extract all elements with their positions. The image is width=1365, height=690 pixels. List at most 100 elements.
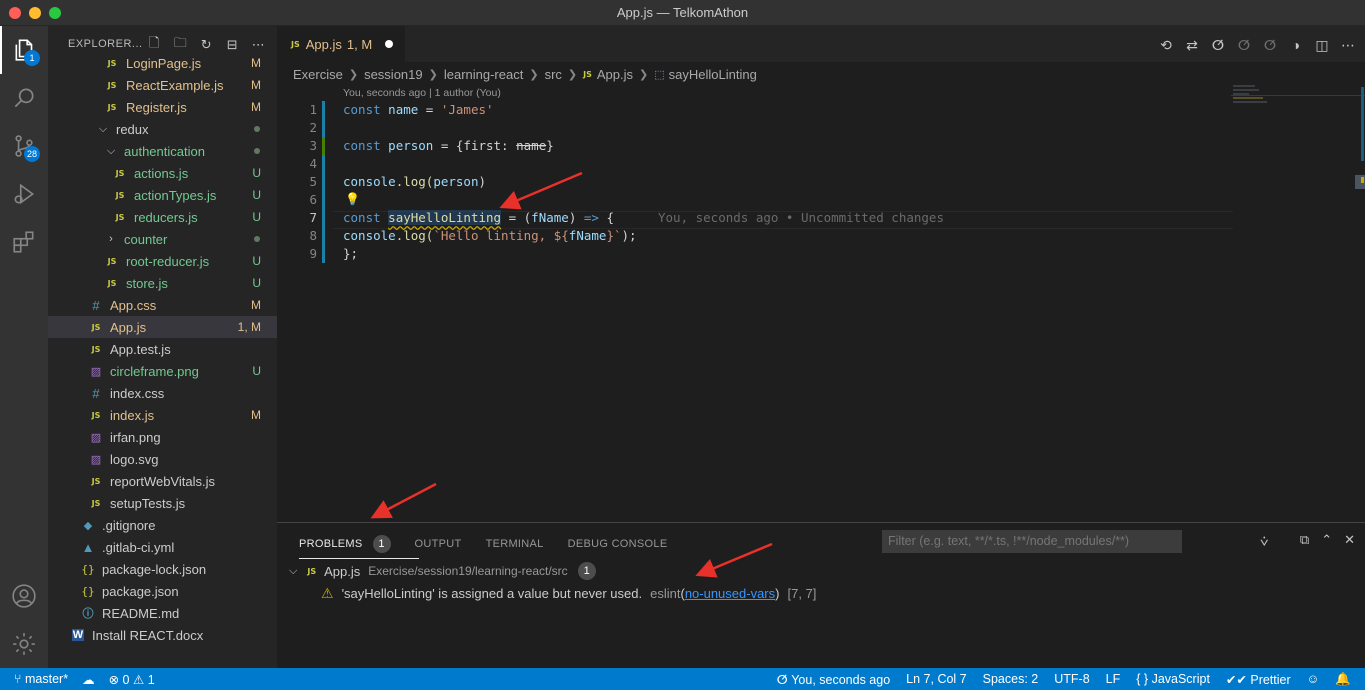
- new-folder-icon[interactable]: 🗀: [172, 35, 189, 53]
- tab-terminal[interactable]: TERMINAL: [486, 533, 544, 555]
- next-change-icon[interactable]: ⵚ: [1261, 36, 1279, 54]
- accounts-activity[interactable]: [0, 572, 48, 620]
- maximize-window-button[interactable]: [49, 7, 61, 19]
- prettier-status[interactable]: ✔✔ Prettier: [1226, 672, 1291, 687]
- code-line: 8 console.log(`Hello linting, ${fName}`)…: [277, 227, 1237, 245]
- gitlab-file-icon: ▲: [81, 539, 95, 555]
- tree-item[interactable]: JS setupTests.js: [48, 492, 277, 514]
- tree-item-label: logo.svg: [110, 451, 159, 467]
- problems-status[interactable]: ⊗ 0 ⚠ 1: [109, 672, 155, 687]
- problem-rule-link[interactable]: no-unused-vars: [685, 586, 775, 601]
- js-file-icon: JS: [107, 80, 117, 90]
- tab-problems[interactable]: PROBLEMS 1: [299, 533, 418, 559]
- notifications-icon[interactable]: 🔔: [1335, 672, 1351, 687]
- js-file-icon: JS: [115, 212, 125, 222]
- close-panel-icon[interactable]: ✕: [1344, 532, 1355, 548]
- unused-variable-warning[interactable]: sayHelloLinting: [388, 210, 502, 225]
- tree-item[interactable]: ▨ circleframe.png U: [48, 360, 277, 382]
- tab-app-js[interactable]: JS App.js 1, M: [277, 26, 405, 62]
- unsaved-dot-icon[interactable]: [385, 40, 394, 48]
- tree-item[interactable]: ⓘ README.md: [48, 602, 277, 624]
- breadcrumb-item[interactable]: sayHelloLinting: [669, 67, 757, 82]
- search-activity[interactable]: [0, 74, 48, 122]
- git-status-badge: M: [251, 298, 261, 312]
- js-file-icon: JS: [107, 58, 117, 68]
- git-commit-icon[interactable]: ⵚ: [1209, 36, 1227, 54]
- tree-item[interactable]: › counter: [48, 228, 277, 250]
- extensions-activity[interactable]: [0, 218, 48, 266]
- timeline-icon[interactable]: ⟲: [1157, 36, 1175, 54]
- chevron-down-icon[interactable]: ⌵: [96, 123, 110, 136]
- tree-item[interactable]: W Install REACT.docx: [48, 624, 277, 646]
- line-ending[interactable]: LF: [1106, 672, 1121, 686]
- problem-file-group[interactable]: ⌵ JS App.js Exercise/session19/learning-…: [289, 560, 596, 582]
- previous-change-icon[interactable]: ⵚ: [1235, 36, 1253, 54]
- tree-item[interactable]: JS App.js 1, M: [48, 316, 277, 338]
- breadcrumb-item[interactable]: learning-react: [444, 67, 524, 82]
- tree-item[interactable]: JS actions.js U: [48, 162, 277, 184]
- chevron-down-icon[interactable]: ⌵: [289, 565, 297, 578]
- tree-item[interactable]: JS LoginPage.js M: [48, 52, 277, 74]
- more-actions-icon[interactable]: ⋯: [1339, 36, 1357, 54]
- tree-item[interactable]: JS actionTypes.js U: [48, 184, 277, 206]
- filter-icon[interactable]: ⩒: [1260, 533, 1269, 550]
- explorer-activity[interactable]: 1: [0, 26, 48, 74]
- tree-item[interactable]: {} package.json: [48, 580, 277, 602]
- collapse-all-icon[interactable]: ⊟: [224, 36, 241, 53]
- encoding[interactable]: UTF-8: [1054, 672, 1089, 686]
- blame-status[interactable]: ⵚ You, seconds ago: [777, 672, 891, 687]
- new-file-icon[interactable]: 🗋: [146, 35, 163, 53]
- indentation[interactable]: Spaces: 2: [983, 672, 1039, 686]
- tree-item[interactable]: JS Register.js M: [48, 96, 277, 118]
- source-control-activity[interactable]: 28: [0, 122, 48, 170]
- minimize-window-button[interactable]: [29, 7, 41, 19]
- tree-item[interactable]: JS root-reducer.js U: [48, 250, 277, 272]
- tree-item[interactable]: JS index.js M: [48, 404, 277, 426]
- breadcrumb-item[interactable]: Exercise: [293, 67, 343, 82]
- refresh-icon[interactable]: ↻: [198, 36, 215, 53]
- breadcrumb-item[interactable]: App.js: [597, 67, 633, 82]
- sync-icon[interactable]: ☁: [82, 672, 95, 687]
- tree-item[interactable]: JS store.js U: [48, 272, 277, 294]
- tree-item[interactable]: JS ReactExample.js M: [48, 74, 277, 96]
- lightbulb-icon[interactable]: 💡: [345, 192, 360, 206]
- chevron-right-icon[interactable]: ›: [104, 233, 118, 245]
- line-number: 1: [309, 102, 317, 117]
- compare-changes-icon[interactable]: ⇄: [1183, 36, 1201, 54]
- split-editor-icon[interactable]: ◫: [1313, 36, 1331, 54]
- tree-item[interactable]: # index.css: [48, 382, 277, 404]
- close-window-button[interactable]: [9, 7, 21, 19]
- tree-item[interactable]: ⌵ redux: [48, 118, 277, 140]
- code-editor[interactable]: You, seconds ago | 1 author (You) 1 cons…: [277, 85, 1365, 522]
- problem-item[interactable]: ⚠ 'sayHelloLinting' is assigned a value …: [321, 582, 816, 604]
- minimap[interactable]: [1231, 85, 1365, 522]
- tree-item[interactable]: JS reducers.js U: [48, 206, 277, 228]
- collapse-all-icon[interactable]: ⧉: [1300, 532, 1309, 548]
- breadcrumb-item[interactable]: src: [545, 67, 562, 82]
- breadcrumb-item[interactable]: session19: [364, 67, 423, 82]
- tree-item[interactable]: ⌵ authentication: [48, 140, 277, 162]
- chevron-down-icon[interactable]: ⌵: [104, 145, 118, 158]
- tree-item[interactable]: ▨ logo.svg: [48, 448, 277, 470]
- tree-item[interactable]: JS reportWebVitals.js: [48, 470, 277, 492]
- tab-output[interactable]: OUTPUT: [415, 533, 462, 555]
- gitlens-icon[interactable]: ◑: [1287, 36, 1305, 54]
- tree-item[interactable]: {} package-lock.json: [48, 558, 277, 580]
- language-mode[interactable]: { } JavaScript: [1136, 672, 1210, 686]
- manage-activity[interactable]: [0, 620, 48, 668]
- cursor-position[interactable]: Ln 7, Col 7: [906, 672, 966, 686]
- tree-item[interactable]: ▲ .gitlab-ci.yml: [48, 536, 277, 558]
- tree-item[interactable]: ◆ .gitignore: [48, 514, 277, 536]
- maximize-panel-icon[interactable]: ⌃: [1321, 532, 1332, 548]
- tab-debug-console[interactable]: DEBUG CONSOLE: [568, 533, 668, 555]
- branch-status[interactable]: ⑂ master*: [14, 672, 68, 686]
- problems-filter-input[interactable]: [882, 530, 1182, 553]
- feedback-icon[interactable]: ☺: [1307, 672, 1320, 686]
- run-debug-activity[interactable]: [0, 170, 48, 218]
- codelens-blame[interactable]: You, seconds ago | 1 author (You): [343, 87, 501, 99]
- overview-ruler[interactable]: [1355, 85, 1365, 522]
- more-actions-icon[interactable]: ⋯: [250, 36, 267, 53]
- tree-item[interactable]: ▨ irfan.png: [48, 426, 277, 448]
- tree-item[interactable]: JS App.test.js: [48, 338, 277, 360]
- tree-item[interactable]: # App.css M: [48, 294, 277, 316]
